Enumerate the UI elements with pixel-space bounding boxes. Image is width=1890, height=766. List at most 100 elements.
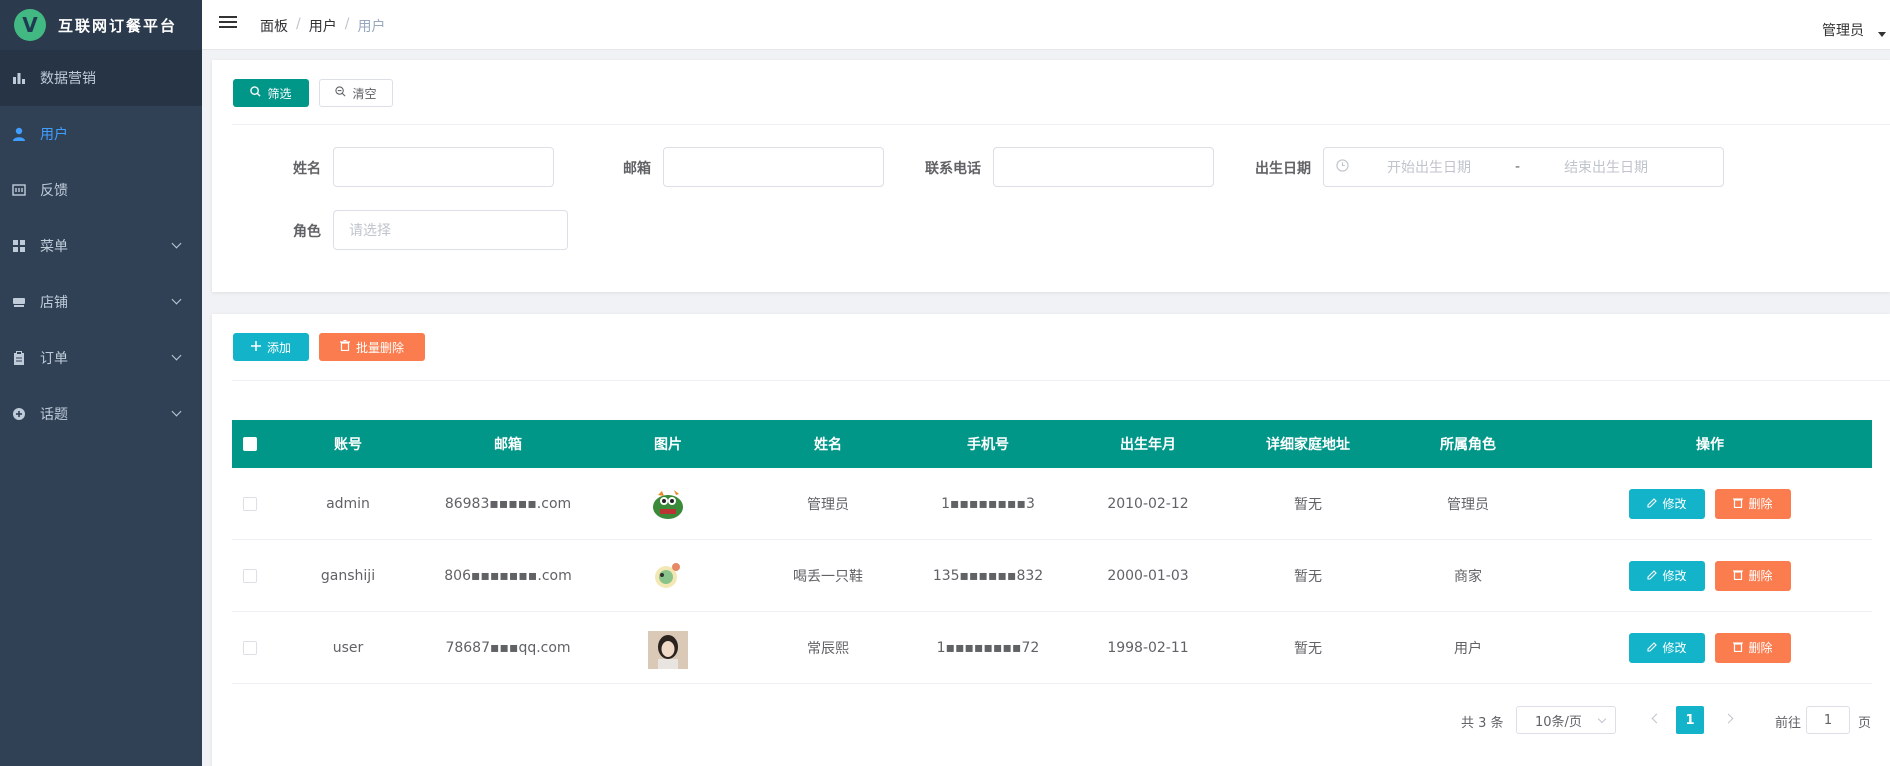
name-field[interactable] bbox=[333, 147, 554, 187]
edit-button[interactable]: 修改 bbox=[1629, 560, 1705, 591]
edit-icon bbox=[1647, 641, 1658, 655]
row-checkbox[interactable] bbox=[243, 568, 257, 583]
name-label: 姓名 bbox=[293, 161, 321, 177]
search-icon bbox=[250, 86, 262, 100]
delete-button[interactable]: 删除 bbox=[1715, 632, 1791, 663]
edit-button[interactable]: 修改 bbox=[1629, 632, 1705, 663]
app-title: 互联网订餐平台 bbox=[58, 16, 178, 35]
column-header: 手机号 bbox=[967, 437, 1009, 453]
clear-button[interactable]: 清空 bbox=[319, 79, 393, 107]
phone-label: 联系电话 bbox=[925, 161, 981, 177]
filter-button[interactable]: 筛选 bbox=[233, 79, 309, 107]
chevron-down-icon bbox=[171, 406, 182, 417]
batch-delete-button[interactable]: 批量删除 bbox=[319, 333, 425, 361]
page-suffix: 页 bbox=[1858, 716, 1872, 731]
hamburger-icon[interactable] bbox=[219, 16, 237, 32]
sidebar-item-topics[interactable]: 话题 bbox=[0, 386, 202, 442]
breadcrumb-current: 用户 bbox=[357, 19, 386, 35]
name-cell: 喝丢一只鞋 bbox=[793, 568, 863, 585]
phone-cell: 135▪▪▪▪▪▪832 bbox=[932, 567, 1044, 584]
sidebar-item-label: 话题 bbox=[40, 407, 68, 423]
email-cell: 806▪▪▪▪▪▪▪.com bbox=[444, 567, 572, 584]
current-page[interactable]: 1 bbox=[1676, 706, 1704, 734]
column-header: 出生年月 bbox=[1120, 437, 1176, 453]
row-checkbox[interactable] bbox=[243, 496, 257, 511]
bar-chart-icon bbox=[12, 71, 26, 85]
phone-field[interactable] bbox=[993, 147, 1214, 187]
user-menu[interactable]: 管理员 bbox=[1822, 20, 1864, 40]
avatar bbox=[648, 486, 688, 521]
sidebar-item-label: 菜单 bbox=[40, 239, 68, 255]
delete-button[interactable]: 删除 bbox=[1715, 488, 1791, 519]
column-header: 所属角色 bbox=[1440, 437, 1496, 453]
chevron-down-icon bbox=[171, 294, 182, 305]
phone-cell: 1▪▪▪▪▪▪▪▪3 bbox=[941, 495, 1035, 512]
chevron-down-icon bbox=[171, 238, 182, 249]
sidebar-item-label: 用户 bbox=[40, 127, 68, 143]
table-header: 账号 邮箱 图片 姓名 手机号 出生年月 详细家庭地址 所属角色 操作 bbox=[232, 420, 1872, 468]
range-separator: - bbox=[1515, 159, 1521, 175]
table-row: admin 86983▪▪▪▪▪.com 管理员 1▪▪▪▪▪▪▪▪3 2010… bbox=[232, 468, 1872, 540]
sidebar-item-orders[interactable]: 订单 bbox=[0, 330, 202, 386]
breadcrumb-item[interactable]: 用户 bbox=[309, 16, 337, 36]
edit-button[interactable]: 修改 bbox=[1629, 488, 1705, 519]
birth-date-range[interactable]: 开始出生日期 - 结束出生日期 bbox=[1323, 147, 1724, 187]
clipboard-icon bbox=[12, 351, 26, 365]
address-cell: 暂无 bbox=[1294, 640, 1322, 657]
sidebar-item-menu[interactable]: 菜单 bbox=[0, 218, 202, 274]
role-cell: 管理员 bbox=[1447, 496, 1489, 513]
plus-icon bbox=[250, 340, 261, 354]
trash-icon bbox=[339, 339, 350, 354]
role-cell: 用户 bbox=[1454, 640, 1482, 657]
column-header: 账号 bbox=[334, 437, 362, 453]
birth-start-input[interactable]: 开始出生日期 bbox=[1387, 157, 1471, 177]
email-field[interactable] bbox=[663, 147, 884, 187]
breadcrumb: 面板 / 用户 / 用户 bbox=[260, 16, 385, 36]
prev-page-icon[interactable] bbox=[1651, 713, 1662, 724]
logo[interactable]: V 互联网订餐平台 bbox=[0, 0, 202, 50]
avatar bbox=[648, 630, 688, 669]
add-button[interactable]: 添加 bbox=[233, 333, 309, 361]
sidebar-item-label: 数据营销 bbox=[40, 71, 96, 87]
row-checkbox[interactable] bbox=[243, 640, 257, 655]
sidebar-item-feedback[interactable]: 反馈 bbox=[0, 162, 202, 218]
page-size-select[interactable]: 10条/页 bbox=[1516, 706, 1616, 734]
caret-down-icon[interactable] bbox=[1878, 32, 1886, 37]
avatar-cell bbox=[588, 612, 748, 683]
chevron-down-icon bbox=[171, 350, 182, 361]
avatar bbox=[648, 558, 688, 593]
feedback-icon bbox=[12, 183, 26, 197]
column-header: 姓名 bbox=[814, 437, 842, 453]
trash-icon bbox=[1733, 641, 1744, 655]
sidebar: V 互联网订餐平台 数据营销 用户 反馈 菜单 店铺 订单 话题 bbox=[0, 0, 202, 766]
role-select[interactable]: 请选择 bbox=[333, 210, 568, 250]
user-icon bbox=[12, 127, 26, 141]
column-header: 详细家庭地址 bbox=[1266, 437, 1350, 453]
logo-icon: V bbox=[14, 9, 46, 41]
sidebar-item-shop[interactable]: 店铺 bbox=[0, 274, 202, 330]
table-row: ganshiji 806▪▪▪▪▪▪▪.com 喝丢一只鞋 135▪▪▪▪▪▪8… bbox=[232, 540, 1872, 612]
address-cell: 暂无 bbox=[1294, 496, 1322, 513]
table-row: user 78687▪▪▪qq.com 常辰熙 1▪▪▪▪▪▪▪▪72 1998… bbox=[232, 612, 1872, 684]
birth-label: 出生日期 bbox=[1255, 161, 1311, 177]
next-page-icon[interactable] bbox=[1723, 713, 1734, 724]
top-header: 面板 / 用户 / 用户 管理员 bbox=[202, 0, 1890, 50]
chevron-down-icon bbox=[1597, 714, 1607, 724]
breadcrumb-item[interactable]: 面板 bbox=[260, 16, 288, 36]
sidebar-item-users[interactable]: 用户 bbox=[0, 106, 202, 162]
birth-cell: 1998-02-11 bbox=[1107, 639, 1189, 656]
users-table: 账号 邮箱 图片 姓名 手机号 出生年月 详细家庭地址 所属角色 操作 admi… bbox=[232, 420, 1872, 684]
delete-button[interactable]: 删除 bbox=[1715, 560, 1791, 591]
sidebar-item-label: 反馈 bbox=[40, 183, 68, 199]
email-cell: 78687▪▪▪qq.com bbox=[445, 639, 571, 656]
goto-page-input[interactable]: 1 bbox=[1806, 706, 1850, 734]
phone-cell: 1▪▪▪▪▪▪▪▪72 bbox=[936, 639, 1040, 656]
sidebar-item-marketing[interactable]: 数据营销 bbox=[0, 50, 202, 106]
address-cell: 暂无 bbox=[1294, 568, 1322, 585]
role-cell: 商家 bbox=[1454, 568, 1482, 585]
sidebar-item-label: 店铺 bbox=[40, 295, 68, 311]
email-label: 邮箱 bbox=[623, 161, 651, 177]
select-all-checkbox[interactable] bbox=[243, 437, 257, 451]
birth-end-input[interactable]: 结束出生日期 bbox=[1564, 157, 1648, 177]
account-cell: user bbox=[332, 639, 364, 656]
